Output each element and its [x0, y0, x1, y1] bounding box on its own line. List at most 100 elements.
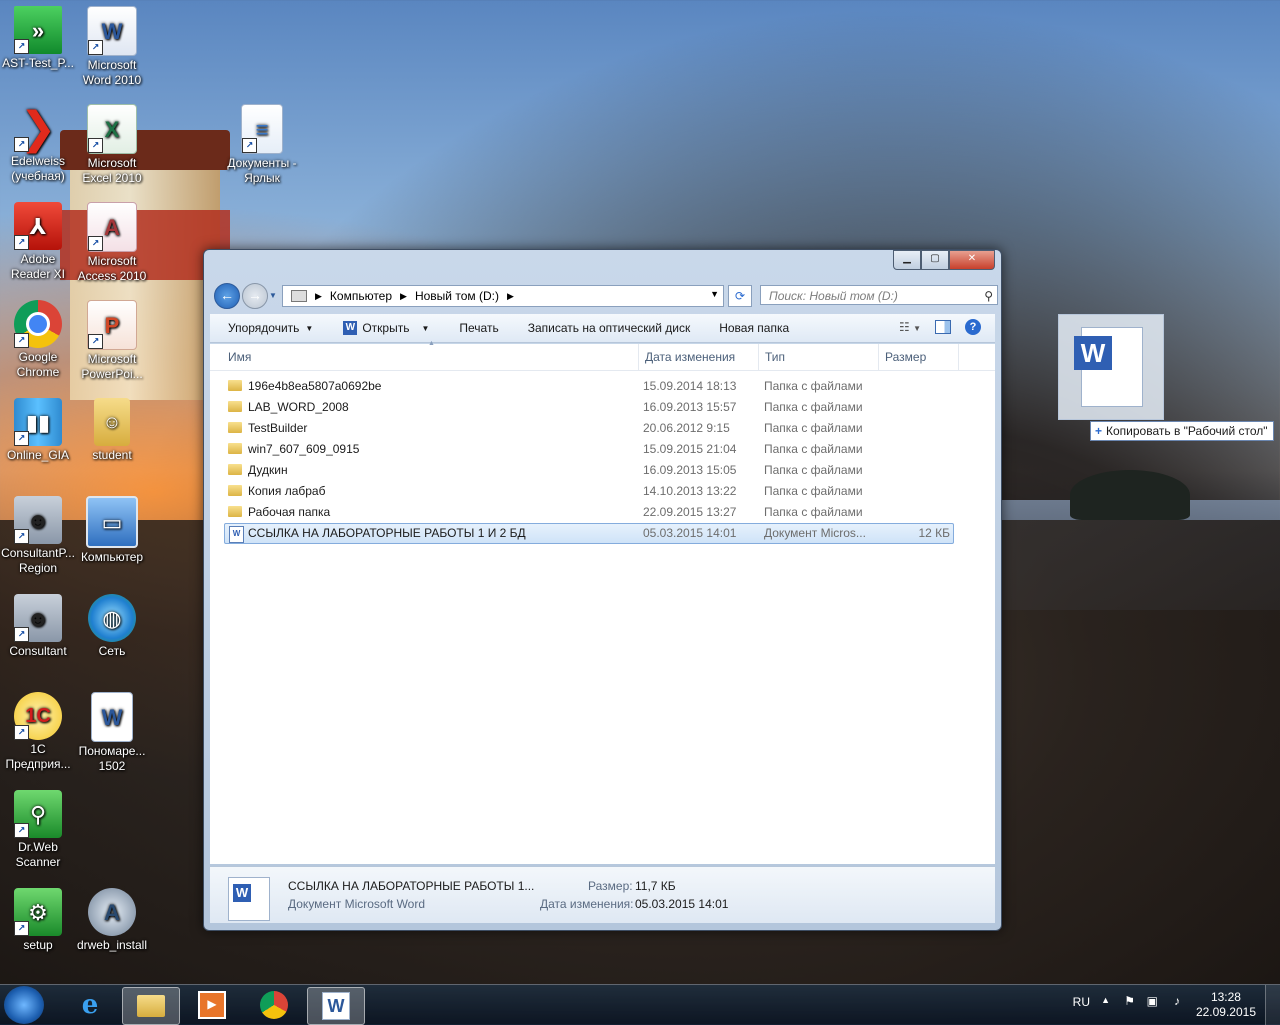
desktop-icon-consultant[interactable]: ☻ ↗ Consultant [0, 594, 76, 659]
column-size[interactable]: Размер [885, 350, 926, 364]
column-divider[interactable] [638, 344, 639, 370]
recent-pages-chevron-down-icon[interactable]: ▼ [269, 291, 277, 300]
taskbar-explorer[interactable] [122, 987, 180, 1025]
back-button[interactable]: ← [214, 283, 240, 309]
open-button[interactable]: W Открыть ▼ [343, 321, 429, 335]
desktop-icon-access[interactable]: A ↗ Microsoft Access 2010 [74, 202, 150, 284]
list-item[interactable]: Рабочая папка 22.09.2015 13:27 Папка с фай… [224, 502, 954, 523]
search-icon[interactable]: ⚲ [984, 286, 993, 306]
refresh-button[interactable]: ⟳ [728, 285, 752, 307]
breadcrumb-computer[interactable]: Компьютер [330, 289, 392, 303]
start-button[interactable] [4, 986, 44, 1024]
internet-explorer-icon: e [81, 990, 99, 1020]
open-label: Открыть [362, 321, 410, 335]
file-name: TestBuilder [248, 421, 308, 435]
desktop-icon-word[interactable]: W ↗ Microsoft Word 2010 [74, 6, 150, 88]
list-item[interactable]: win7_607_609_0915 15.09.2015 21:04 Папка с… [224, 439, 954, 460]
address-bar[interactable]: ▶ Компьютер ▶ Новый том (D:) ▶ ▼ [282, 285, 724, 307]
desktop-icon-computer[interactable]: ▭ Компьютер [74, 496, 150, 565]
breadcrumb-drive-d[interactable]: Новый том (D:) [415, 289, 499, 303]
breadcrumb-separator-icon[interactable]: ▶ [400, 291, 407, 302]
change-view-icon[interactable]: ☷ ▼ [899, 320, 921, 334]
desktop-icon-excel[interactable]: X ↗ Microsoft Excel 2010 [74, 104, 150, 186]
desktop-icon-label: Компьютер [80, 550, 144, 564]
desktop-icon-label: Google Chrome [16, 350, 60, 379]
column-type[interactable]: Тип [765, 350, 785, 364]
action-center-flag-icon[interactable]: ⚑ [1124, 994, 1135, 1008]
desktop-icon-drweb-install[interactable]: A drweb_install [74, 888, 150, 953]
maximize-button[interactable]: ▢ [921, 250, 949, 270]
column-divider[interactable] [878, 344, 879, 370]
volume-icon[interactable]: ♪ [1174, 994, 1180, 1008]
taskbar-chrome[interactable] [246, 987, 302, 1023]
file-name: Копия лабраб [248, 484, 326, 498]
chrome-icon: ↗ [14, 300, 62, 348]
network-tray-icon[interactable]: ▣ [1147, 994, 1158, 1008]
taskbar-internet-explorer[interactable]: e [62, 987, 118, 1023]
word-icon: W [343, 321, 358, 335]
file-type: Папка с файлами [764, 505, 863, 519]
desktop-icon-label: Edelweiss (учебная) [10, 154, 66, 183]
column-date[interactable]: Дата изменения [645, 350, 735, 364]
desktop-icon-ponomarev-doc[interactable]: W Пономаре... 1502 [74, 692, 150, 774]
list-item[interactable]: Дудкин 16.09.2013 15:05 Папка с файлами [224, 460, 954, 481]
list-item[interactable]: TestBuilder 20.06.2012 9:15 Папка с файлам… [224, 418, 954, 439]
desktop-icon-label: setup [23, 938, 53, 952]
desktop-icon-online-gia[interactable]: ▮▮ ↗ Online_GIA [0, 398, 76, 463]
close-button[interactable]: ✕ [949, 250, 995, 270]
desktop-icon-consultant-region[interactable]: ☻ ↗ ConsultantP... Region [0, 496, 76, 576]
file-name: 196e4b8ea5807a0692be [248, 379, 382, 393]
desktop-icon-ast-test[interactable]: » ↗ AST-Test_P... [0, 6, 76, 71]
desktop-icon-network[interactable]: ◍ Сеть [74, 594, 150, 659]
new-folder-button[interactable]: Новая папка [719, 321, 789, 335]
desktop-icon-drweb-scanner[interactable]: ⚲ ↗ Dr.Web Scanner [0, 790, 76, 870]
search-input[interactable]: Поиск: Новый том (D:) ⚲ [760, 285, 998, 305]
folder-icon [228, 443, 242, 454]
burn-disc-button[interactable]: Записать на оптический диск [528, 321, 691, 335]
language-indicator[interactable]: RU [1073, 995, 1090, 1009]
clock-date: 22.09.2015 [1195, 1005, 1256, 1019]
organize-button[interactable]: Упорядочить ▼ [228, 321, 313, 335]
column-divider[interactable] [958, 344, 959, 370]
organize-label: Упорядочить [228, 321, 300, 335]
desktop-icon-label: student [92, 448, 132, 462]
list-item-selected[interactable]: W ССЫЛКА НА ЛАБОРАТОРНЫЕ РАБОТЫ 1 И 2 БД 0… [224, 523, 954, 544]
adobe-reader-icon: ⅄ ↗ [14, 202, 62, 250]
file-date: 16.09.2013 15:05 [643, 463, 737, 477]
view-controls: ☷ ▼ ? [899, 319, 981, 335]
desktop-icon-1c[interactable]: 1С ↗ 1С Предприя... [0, 692, 76, 772]
media-player-icon: ▶ [198, 991, 226, 1019]
desktop-icon-documents-shortcut[interactable]: ≡ ↗ Документы - Ярлык [224, 104, 300, 186]
details-size-value: 11,7 КБ [635, 879, 676, 893]
minimize-button[interactable]: ▁ [893, 250, 921, 270]
taskbar-word[interactable]: W [307, 987, 365, 1025]
address-dropdown-icon[interactable]: ▼ [710, 289, 719, 299]
details-file-name: ССЫЛКА НА ЛАБОРАТОРНЫЕ РАБОТЫ 1... [288, 879, 535, 893]
print-button[interactable]: Печать [459, 321, 498, 335]
breadcrumb-separator-icon[interactable]: ▶ [507, 291, 514, 302]
list-item[interactable]: LAB_WORD_2008 16.09.2013 15:57 Папка с фай… [224, 397, 954, 418]
column-name[interactable]: Имя [228, 350, 251, 364]
forward-button[interactable]: → [242, 283, 268, 309]
consultant-region-icon: ☻ ↗ [14, 496, 62, 544]
desktop-icon-edelweiss[interactable]: ❯ ↗ Edelweiss (учебная) [0, 104, 76, 184]
file-name: Дудкин [248, 463, 288, 477]
show-desktop-button[interactable] [1265, 985, 1280, 1025]
preview-pane-icon[interactable] [935, 320, 951, 334]
desktop-icon-powerpoint[interactable]: P ↗ Microsoft PowerPoi... [74, 300, 150, 382]
clock[interactable]: 13:28 22.09.2015 [1196, 990, 1256, 1020]
breadcrumb-separator-icon[interactable]: ▶ [315, 291, 322, 302]
desktop-icon-student[interactable]: ☺ student [74, 398, 150, 463]
desktop-icon-label: Сеть [98, 644, 126, 658]
show-hidden-icons-chevron-icon[interactable]: ▲ [1101, 995, 1110, 1005]
list-item[interactable]: 196e4b8ea5807a0692be 15.09.2014 18:13 Папк… [224, 376, 954, 397]
desktop-icon-label: Consultant [9, 644, 67, 658]
file-date: 15.09.2014 18:13 [643, 379, 737, 393]
desktop-icon-chrome[interactable]: ↗ Google Chrome [0, 300, 76, 380]
list-item[interactable]: Копия лабраб 14.10.2013 13:22 Папка с файл… [224, 481, 954, 502]
desktop-icon-adobe-reader[interactable]: ⅄ ↗ Adobe Reader XI [0, 202, 76, 282]
taskbar-media-player[interactable]: ▶ [184, 987, 240, 1023]
column-divider[interactable] [758, 344, 759, 370]
desktop-icon-setup[interactable]: ⚙ ↗ setup [0, 888, 76, 953]
help-icon[interactable]: ? [965, 319, 981, 335]
